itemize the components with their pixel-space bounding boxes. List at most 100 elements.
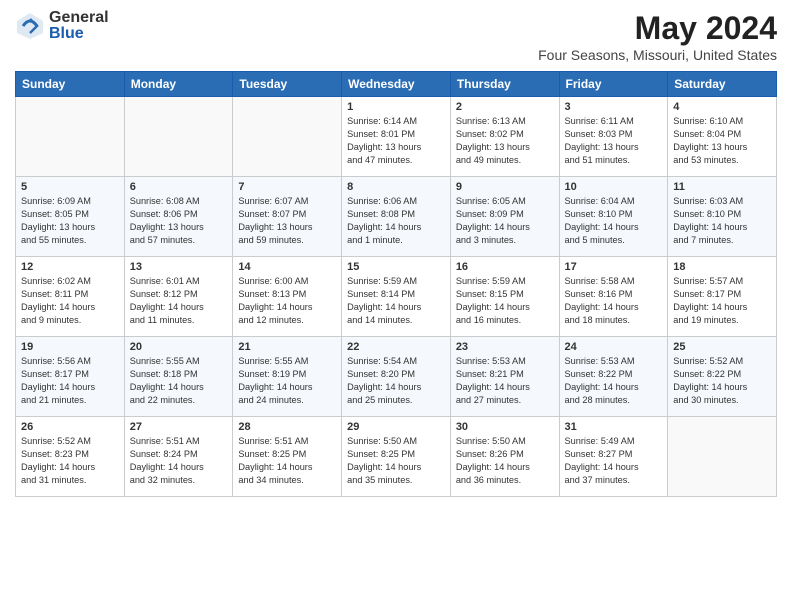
calendar-cell: 20 Sunrise: 5:55 AM Sunset: 8:18 PM Dayli… (124, 337, 233, 417)
day-info: Sunrise: 6:13 AM Sunset: 8:02 PM Dayligh… (456, 115, 554, 167)
calendar-cell (233, 97, 342, 177)
day-info: Sunrise: 5:55 AM Sunset: 8:18 PM Dayligh… (130, 355, 228, 407)
day-info: Sunrise: 5:50 AM Sunset: 8:26 PM Dayligh… (456, 435, 554, 487)
calendar-cell: 16 Sunrise: 5:59 AM Sunset: 8:15 PM Dayli… (450, 257, 559, 337)
day-number: 3 (565, 101, 663, 113)
calendar-cell: 29 Sunrise: 5:50 AM Sunset: 8:25 PM Dayli… (342, 417, 451, 497)
calendar-cell (124, 97, 233, 177)
calendar-cell: 13Sunrise: 6:01 AM Sunset: 8:12 PM Dayli… (124, 257, 233, 337)
day-info: Sunrise: 5:51 AM Sunset: 8:24 PM Dayligh… (130, 435, 228, 487)
calendar-cell: 12 Sunrise: 6:02 AM Sunset: 8:11 PM Dayli… (16, 257, 125, 337)
day-info: Sunrise: 5:57 AM Sunset: 8:17 PM Dayligh… (673, 275, 771, 327)
day-info: Sunrise: 6:09 AM Sunset: 8:05 PM Dayligh… (21, 195, 119, 247)
weekday-header: Thursday (450, 72, 559, 97)
calendar-cell: 23 Sunrise: 5:53 AM Sunset: 8:21 PM Dayli… (450, 337, 559, 417)
day-number: 9 (456, 181, 554, 193)
calendar-cell: 10 Sunrise: 6:04 AM Sunset: 8:10 PM Dayli… (559, 177, 668, 257)
calendar-cell: 19 Sunrise: 5:56 AM Sunset: 8:17 PM Dayli… (16, 337, 125, 417)
day-info: Sunrise: 5:53 AM Sunset: 8:21 PM Dayligh… (456, 355, 554, 407)
day-info: Sunrise: 6:02 AM Sunset: 8:11 PM Dayligh… (21, 275, 119, 327)
day-info: Sunrise: 6:10 AM Sunset: 8:04 PM Dayligh… (673, 115, 771, 167)
day-info: Sunrise: 6:14 AM Sunset: 8:01 PM Dayligh… (347, 115, 445, 167)
weekday-header: Friday (559, 72, 668, 97)
day-info: Sunrise: 6:05 AM Sunset: 8:09 PM Dayligh… (456, 195, 554, 247)
day-number: 31 (565, 421, 663, 433)
calendar-cell: 17 Sunrise: 5:58 AM Sunset: 8:16 PM Dayli… (559, 257, 668, 337)
calendar-cell (16, 97, 125, 177)
day-info: Sunrise: 5:49 AM Sunset: 8:27 PM Dayligh… (565, 435, 663, 487)
weekday-header: Saturday (668, 72, 777, 97)
page: General Blue May 2024 Four Seasons, Miss… (0, 0, 792, 612)
calendar-cell: 6 Sunrise: 6:08 AM Sunset: 8:06 PM Daylig… (124, 177, 233, 257)
logo-general: General (49, 10, 109, 26)
day-number: 20 (130, 341, 228, 353)
day-info: Sunrise: 5:52 AM Sunset: 8:22 PM Dayligh… (673, 355, 771, 407)
calendar: SundayMondayTuesdayWednesdayThursdayFrid… (15, 71, 777, 497)
day-number: 22 (347, 341, 445, 353)
calendar-header-row: SundayMondayTuesdayWednesdayThursdayFrid… (16, 72, 777, 97)
day-info: Sunrise: 6:01 AM Sunset: 8:12 PM Dayligh… (130, 275, 228, 327)
weekday-header: Wednesday (342, 72, 451, 97)
day-info: Sunrise: 6:07 AM Sunset: 8:07 PM Dayligh… (238, 195, 336, 247)
weekday-header: Sunday (16, 72, 125, 97)
day-info: Sunrise: 6:03 AM Sunset: 8:10 PM Dayligh… (673, 195, 771, 247)
day-number: 5 (21, 181, 119, 193)
calendar-cell: 18 Sunrise: 5:57 AM Sunset: 8:17 PM Dayli… (668, 257, 777, 337)
title-block: May 2024 Four Seasons, Missouri, United … (538, 10, 777, 63)
day-number: 16 (456, 261, 554, 273)
day-info: Sunrise: 6:06 AM Sunset: 8:08 PM Dayligh… (347, 195, 445, 247)
calendar-cell: 3 Sunrise: 6:11 AM Sunset: 8:03 PM Daylig… (559, 97, 668, 177)
day-number: 29 (347, 421, 445, 433)
calendar-cell: 9 Sunrise: 6:05 AM Sunset: 8:09 PM Daylig… (450, 177, 559, 257)
calendar-cell: 28 Sunrise: 5:51 AM Sunset: 8:25 PM Dayli… (233, 417, 342, 497)
calendar-cell: 8 Sunrise: 6:06 AM Sunset: 8:08 PM Daylig… (342, 177, 451, 257)
calendar-cell: 21 Sunrise: 5:55 AM Sunset: 8:19 PM Dayli… (233, 337, 342, 417)
day-number: 14 (238, 261, 336, 273)
header: General Blue May 2024 Four Seasons, Miss… (15, 10, 777, 63)
day-info: Sunrise: 5:59 AM Sunset: 8:15 PM Dayligh… (456, 275, 554, 327)
calendar-cell: 30Sunrise: 5:50 AM Sunset: 8:26 PM Dayli… (450, 417, 559, 497)
calendar-cell: 26Sunrise: 5:52 AM Sunset: 8:23 PM Dayli… (16, 417, 125, 497)
logo-text: General Blue (49, 10, 109, 42)
day-info: Sunrise: 5:51 AM Sunset: 8:25 PM Dayligh… (238, 435, 336, 487)
day-number: 18 (673, 261, 771, 273)
day-number: 11 (673, 181, 771, 193)
day-info: Sunrise: 5:54 AM Sunset: 8:20 PM Dayligh… (347, 355, 445, 407)
day-info: Sunrise: 5:55 AM Sunset: 8:19 PM Dayligh… (238, 355, 336, 407)
day-number: 2 (456, 101, 554, 113)
day-info: Sunrise: 5:56 AM Sunset: 8:17 PM Dayligh… (21, 355, 119, 407)
day-number: 21 (238, 341, 336, 353)
day-info: Sunrise: 6:04 AM Sunset: 8:10 PM Dayligh… (565, 195, 663, 247)
day-number: 19 (21, 341, 119, 353)
day-info: Sunrise: 5:58 AM Sunset: 8:16 PM Dayligh… (565, 275, 663, 327)
calendar-week-row: 26Sunrise: 5:52 AM Sunset: 8:23 PM Dayli… (16, 417, 777, 497)
main-title: May 2024 (538, 10, 777, 47)
day-number: 8 (347, 181, 445, 193)
logo-icon (15, 11, 45, 41)
day-number: 6 (130, 181, 228, 193)
day-number: 15 (347, 261, 445, 273)
calendar-week-row: 12 Sunrise: 6:02 AM Sunset: 8:11 PM Dayli… (16, 257, 777, 337)
calendar-week-row: 1Sunrise: 6:14 AM Sunset: 8:01 PM Daylig… (16, 97, 777, 177)
weekday-header: Monday (124, 72, 233, 97)
day-number: 12 (21, 261, 119, 273)
day-info: Sunrise: 6:11 AM Sunset: 8:03 PM Dayligh… (565, 115, 663, 167)
calendar-week-row: 19 Sunrise: 5:56 AM Sunset: 8:17 PM Dayli… (16, 337, 777, 417)
day-number: 28 (238, 421, 336, 433)
calendar-cell: 2 Sunrise: 6:13 AM Sunset: 8:02 PM Daylig… (450, 97, 559, 177)
day-number: 26 (21, 421, 119, 433)
day-info: Sunrise: 5:50 AM Sunset: 8:25 PM Dayligh… (347, 435, 445, 487)
day-number: 25 (673, 341, 771, 353)
calendar-cell: 31 Sunrise: 5:49 AM Sunset: 8:27 PM Dayli… (559, 417, 668, 497)
logo-blue: Blue (49, 26, 109, 42)
calendar-cell: 11 Sunrise: 6:03 AM Sunset: 8:10 PM Dayli… (668, 177, 777, 257)
calendar-cell: 22 Sunrise: 5:54 AM Sunset: 8:20 PM Dayli… (342, 337, 451, 417)
calendar-cell: 27Sunrise: 5:51 AM Sunset: 8:24 PM Dayli… (124, 417, 233, 497)
subtitle: Four Seasons, Missouri, United States (538, 47, 777, 63)
day-number: 23 (456, 341, 554, 353)
day-number: 10 (565, 181, 663, 193)
day-info: Sunrise: 5:59 AM Sunset: 8:14 PM Dayligh… (347, 275, 445, 327)
day-number: 17 (565, 261, 663, 273)
day-info: Sunrise: 6:08 AM Sunset: 8:06 PM Dayligh… (130, 195, 228, 247)
calendar-cell: 5 Sunrise: 6:09 AM Sunset: 8:05 PM Daylig… (16, 177, 125, 257)
